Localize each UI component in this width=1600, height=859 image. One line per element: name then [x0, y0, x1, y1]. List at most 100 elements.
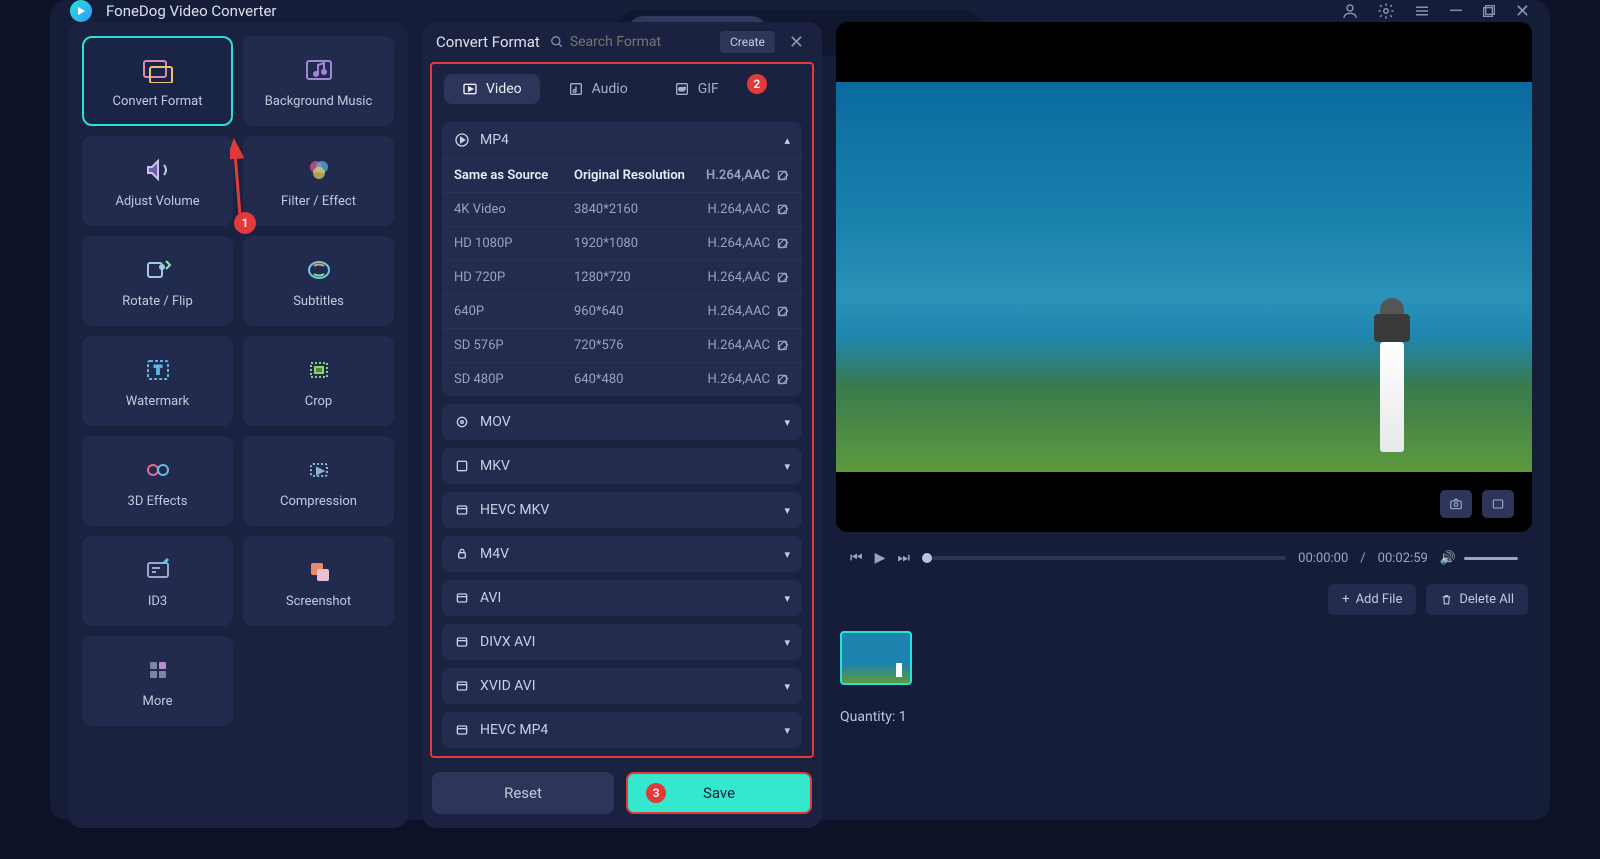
edit-icon[interactable] [776, 373, 790, 387]
prev-button[interactable]: ⏮ [850, 550, 863, 566]
tool-label: Watermark [126, 394, 189, 409]
settings-icon[interactable] [1377, 2, 1395, 20]
tool-label: Adjust Volume [115, 194, 199, 209]
format-avi: AVI▾ [442, 580, 802, 616]
video-file-icon [454, 546, 470, 562]
tool-label: Crop [305, 394, 332, 409]
panel-title: Convert Format [436, 33, 540, 51]
edit-icon[interactable] [776, 271, 790, 285]
tool-sidebar: Convert Format Background Music Adjust V… [68, 22, 408, 828]
save-button[interactable]: 3Save [626, 772, 812, 814]
svg-text:T: T [154, 363, 162, 377]
tool-background-music[interactable]: Background Music [243, 36, 394, 126]
chevron-down-icon: ▾ [784, 724, 790, 737]
callout-2: 2 [747, 74, 767, 94]
time-current: 00:00:00 [1298, 551, 1348, 566]
preset-same-as-source[interactable]: Same as SourceOriginal ResolutionH.264,A… [442, 158, 802, 192]
tool-label: 3D Effects [128, 494, 188, 509]
tool-subtitles[interactable]: Subtitles [243, 236, 394, 326]
svg-text:GIF: GIF [678, 87, 685, 93]
player-controls: ⏮ ▶ ⏭ 00:00:00/00:02:59 🔊 [836, 542, 1532, 574]
edit-icon[interactable] [776, 169, 790, 183]
user-icon[interactable] [1341, 2, 1359, 20]
fullscreen-button[interactable] [1482, 490, 1514, 518]
tool-crop[interactable]: Crop [243, 336, 394, 426]
preset-480p[interactable]: SD 480P640*480H.264,AAC [442, 362, 802, 396]
tool-rotate-flip[interactable]: Rotate / Flip [82, 236, 233, 326]
tool-convert-format[interactable]: Convert Format [82, 36, 233, 126]
menu-icon[interactable] [1413, 2, 1431, 20]
volume-slider[interactable] [1464, 557, 1518, 560]
tool-label: Subtitles [293, 294, 344, 309]
tool-3d-effects[interactable]: 3D Effects [82, 436, 233, 526]
title-bar: FoneDog Video Converter New Project Rece… [50, 0, 1550, 22]
close-button[interactable]: ✕ [1515, 1, 1530, 22]
format-mov: MOV▾ [442, 404, 802, 440]
edit-icon[interactable] [776, 305, 790, 319]
video-player [836, 22, 1532, 532]
add-file-button[interactable]: +Add File [1328, 584, 1416, 615]
tool-screenshot[interactable]: Screenshot [243, 536, 394, 626]
tool-label: Convert Format [113, 94, 203, 109]
tool-more[interactable]: More [82, 636, 233, 726]
lighthouse-illustration [1362, 302, 1422, 452]
next-button[interactable]: ⏭ [897, 550, 910, 566]
thumbnail-1[interactable] [840, 631, 912, 685]
tool-id3[interactable]: ID3 [82, 536, 233, 626]
video-file-icon [454, 414, 470, 430]
search-icon [550, 35, 564, 49]
app-logo [70, 0, 92, 22]
app-title: FoneDog Video Converter [106, 2, 276, 20]
format-hevc-mp4: HEVC MP4▾ [442, 712, 802, 748]
format-tab-gif[interactable]: GIFGIF [656, 74, 737, 104]
preset-4k[interactable]: 4K Video3840*2160H.264,AAC [442, 192, 802, 226]
tool-adjust-volume[interactable]: Adjust Volume [82, 136, 233, 226]
format-mp4: MP4▴ Same as SourceOriginal ResolutionH.… [442, 122, 802, 396]
format-divx-avi: DIVX AVI▾ [442, 624, 802, 660]
tool-label: Background Music [265, 94, 373, 109]
tool-filter-effect[interactable]: Filter / Effect [243, 136, 394, 226]
format-panel: Convert Format Create ✕ Video Audio GIFG… [422, 22, 822, 828]
delete-all-button[interactable]: Delete All [1426, 584, 1528, 615]
tool-watermark[interactable]: T Watermark [82, 336, 233, 426]
video-file-icon [454, 590, 470, 606]
time-total: 00:02:59 [1378, 551, 1428, 566]
search-input[interactable] [570, 34, 680, 50]
volume-icon[interactable]: 🔊 [1440, 551, 1456, 566]
video-file-icon [454, 502, 470, 518]
maximize-button[interactable] [1481, 3, 1497, 19]
reset-button[interactable]: Reset [432, 772, 614, 814]
edit-icon[interactable] [776, 203, 790, 217]
tool-compression[interactable]: Compression [243, 436, 394, 526]
minimize-button[interactable]: — [1449, 1, 1463, 22]
format-selection-area: Video Audio GIFGIF 2 MP4▴ Same as Source… [430, 62, 814, 758]
preset-576p[interactable]: SD 576P720*576H.264,AAC [442, 328, 802, 362]
format-tab-audio[interactable]: Audio [550, 74, 646, 104]
progress-bar[interactable] [922, 556, 1286, 560]
video-file-icon [454, 634, 470, 650]
format-xvid-avi: XVID AVI▾ [442, 668, 802, 704]
preset-1080p[interactable]: HD 1080P1920*1080H.264,AAC [442, 226, 802, 260]
chevron-down-icon: ▾ [784, 592, 790, 605]
tool-label: Filter / Effect [281, 194, 356, 209]
play-button[interactable]: ▶ [875, 550, 886, 566]
close-panel-button[interactable]: ✕ [785, 32, 808, 53]
format-list[interactable]: MP4▴ Same as SourceOriginal ResolutionH.… [432, 114, 812, 756]
snapshot-button[interactable] [1440, 490, 1472, 518]
edit-icon[interactable] [776, 339, 790, 353]
format-tab-video[interactable]: Video [444, 74, 540, 104]
trash-icon [1440, 593, 1453, 606]
chevron-down-icon: ▾ [784, 680, 790, 693]
video-frame [836, 82, 1532, 472]
preset-640p[interactable]: 640P960*640H.264,AAC [442, 294, 802, 328]
chevron-down-icon: ▾ [784, 416, 790, 429]
chevron-down-icon: ▾ [784, 504, 790, 517]
chevron-down-icon: ▾ [784, 460, 790, 473]
chevron-up-icon: ▴ [784, 134, 790, 147]
format-mp4-header[interactable]: MP4▴ [442, 122, 802, 158]
create-button[interactable]: Create [720, 31, 775, 53]
preset-720p[interactable]: HD 720P1280*720H.264,AAC [442, 260, 802, 294]
edit-icon[interactable] [776, 237, 790, 251]
thumbnail-strip [836, 625, 1532, 691]
format-hevc-mkv: HEVC MKV▾ [442, 492, 802, 528]
